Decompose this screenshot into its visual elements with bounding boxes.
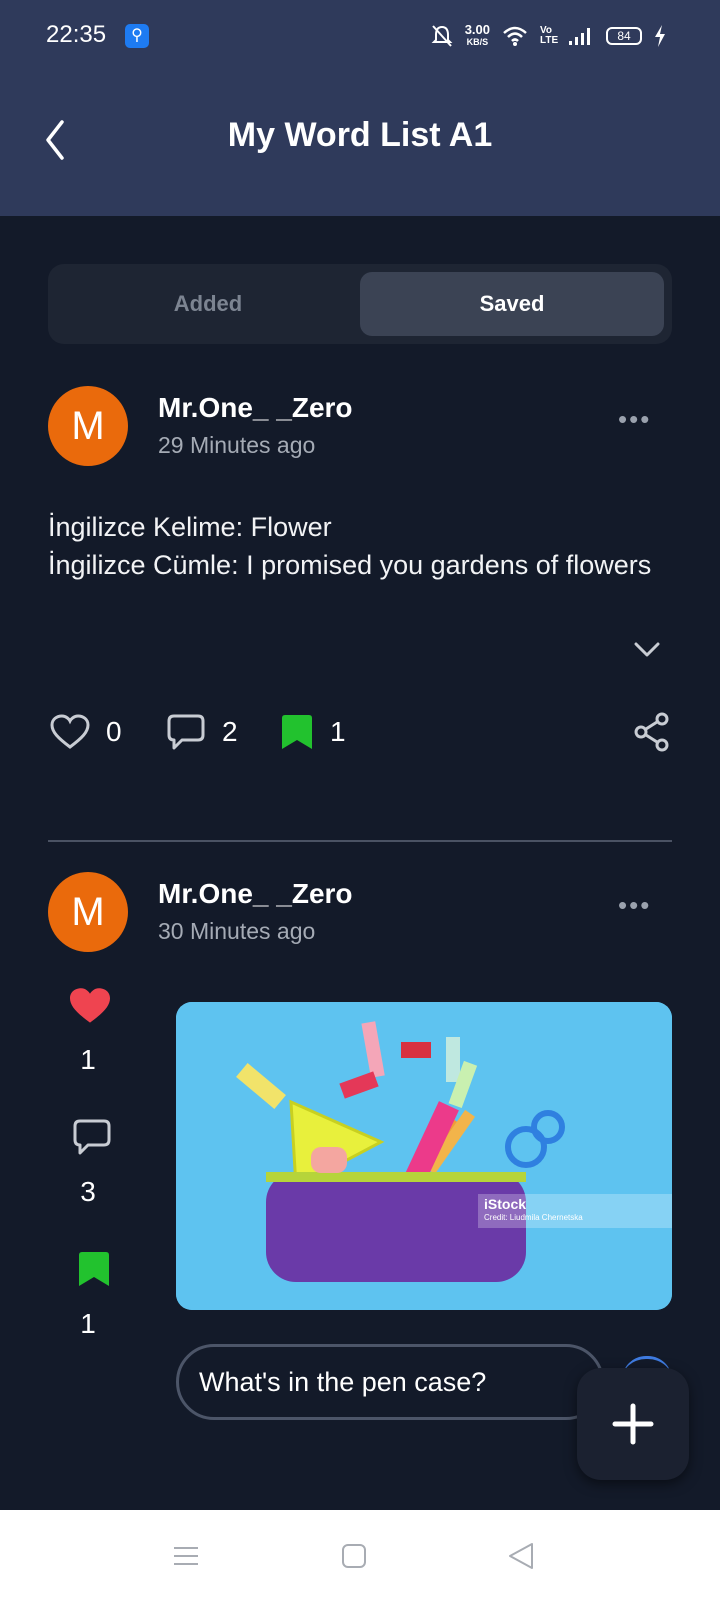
nav-back-icon[interactable] bbox=[506, 1540, 538, 1572]
bookmark-icon bbox=[282, 715, 312, 749]
bookmark-icon[interactable] bbox=[70, 1250, 118, 1288]
save-count: 1 bbox=[80, 1308, 96, 1339]
more-icon[interactable]: ••• bbox=[618, 890, 651, 921]
post-divider bbox=[48, 840, 672, 842]
system-nav-bar bbox=[0, 1510, 720, 1600]
heart-icon bbox=[50, 714, 90, 749]
add-button[interactable] bbox=[577, 1368, 689, 1480]
share-icon[interactable] bbox=[634, 712, 670, 752]
tab-switcher: Added Saved bbox=[48, 264, 672, 344]
comment-icon[interactable] bbox=[68, 1118, 116, 1156]
charging-icon bbox=[655, 25, 665, 47]
sentence-line: İngilizce Cümle: I promised you gardens … bbox=[48, 550, 652, 580]
word-line: İngilizce Kelime: Flower bbox=[48, 512, 332, 542]
username[interactable]: Mr.One_ _Zero bbox=[158, 392, 353, 424]
status-icons: 3.00 KB/S Vo LTE 84 bbox=[431, 22, 666, 50]
image-watermark: iStock Credit: Liudmila Chernetska bbox=[478, 1194, 672, 1228]
post-text: İngilizce Kelime: Flower İngilizce Cümle… bbox=[48, 508, 668, 584]
like-count: 0 bbox=[106, 716, 122, 747]
avatar[interactable]: M bbox=[48, 386, 128, 466]
battery-indicator: 84 bbox=[606, 27, 642, 45]
usb-icon: ⚲ bbox=[125, 24, 149, 48]
post-actions: 0 2 1 bbox=[50, 712, 670, 752]
chevron-down-icon[interactable] bbox=[632, 640, 662, 660]
save-button[interactable]: 1 bbox=[280, 712, 346, 752]
post-time: 30 Minutes ago bbox=[158, 918, 316, 944]
comment-button[interactable]: 2 bbox=[166, 712, 238, 752]
comment-count: 3 bbox=[80, 1176, 96, 1207]
watermark-logo: iStock bbox=[484, 1196, 527, 1212]
save-count: 1 bbox=[330, 716, 346, 747]
pencil-case-illustration bbox=[176, 1002, 672, 1310]
comment-icon bbox=[167, 714, 205, 750]
status-bar: 22:35 ⚲ 3.00 KB/S Vo LTE 84 bbox=[0, 0, 720, 72]
page-title: My Word List A1 bbox=[227, 116, 493, 154]
app-bar: My Word List A1 bbox=[0, 72, 720, 216]
watermark-credit: Credit: Liudmila Chernetska bbox=[484, 1213, 583, 1222]
username[interactable]: Mr.One_ _Zero bbox=[158, 878, 353, 910]
post-image[interactable]: iStock Credit: Liudmila Chernetska bbox=[176, 1002, 672, 1310]
plus-icon bbox=[612, 1403, 654, 1445]
post-caption[interactable]: What's in the pen case? bbox=[176, 1344, 604, 1420]
like-button[interactable]: 0 bbox=[50, 712, 122, 752]
wifi-icon bbox=[503, 26, 527, 46]
post-time: 29 Minutes ago bbox=[158, 432, 316, 458]
home-icon[interactable] bbox=[338, 1540, 370, 1572]
status-time: 22:35 bbox=[46, 21, 107, 48]
net-speed: 3.00 KB/S bbox=[464, 22, 490, 47]
volte-label: Vo LTE bbox=[540, 25, 559, 46]
tab-added[interactable]: Added bbox=[56, 272, 360, 336]
signal-icon bbox=[569, 28, 590, 45]
heart-icon[interactable] bbox=[66, 986, 114, 1026]
avatar[interactable]: M bbox=[48, 872, 128, 952]
like-count: 1 bbox=[80, 1044, 96, 1075]
comment-count: 2 bbox=[222, 716, 238, 747]
caption-text: What's in the pen case? bbox=[199, 1367, 487, 1397]
tab-saved[interactable]: Saved bbox=[360, 272, 664, 336]
more-icon[interactable]: ••• bbox=[618, 404, 651, 435]
menu-icon[interactable] bbox=[170, 1540, 202, 1572]
mute-bell-icon bbox=[431, 25, 453, 47]
